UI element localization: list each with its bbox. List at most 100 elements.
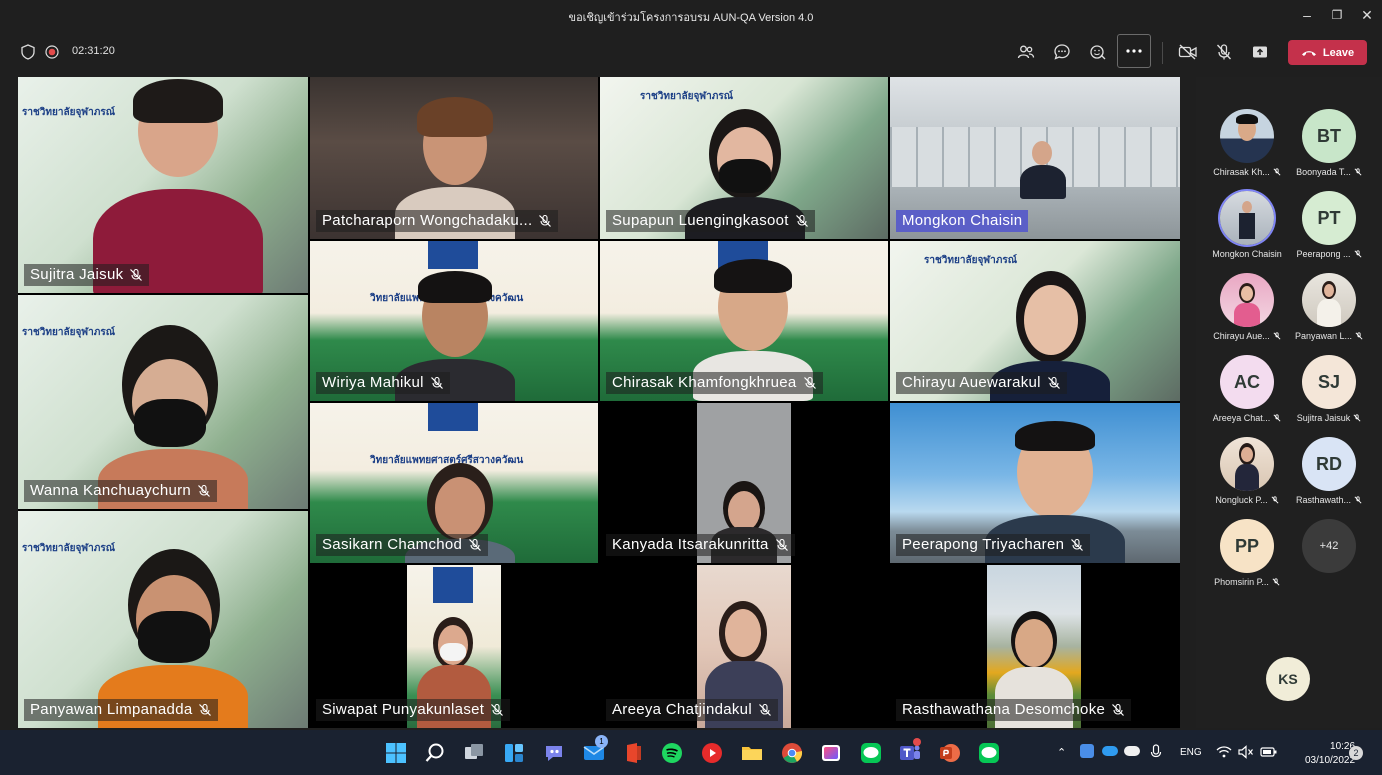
- video-tile[interactable]: Mongkon Chaisin: [890, 77, 1180, 239]
- overflow-count: +42: [1302, 519, 1356, 573]
- mic-off-icon: [1271, 496, 1279, 504]
- video-grid: ราชวิทยาลัยจุฬาภรณ์ Sujitra Jaisuk Patch…: [18, 77, 1180, 728]
- video-tile[interactable]: วิทยาลัยแพทยศาสตร์ศรีสวางควัฒน Wiriya Ma…: [310, 241, 598, 401]
- participant-video: [93, 77, 263, 293]
- office-icon[interactable]: [621, 741, 645, 765]
- participant-name-label: Chirasak Khamfongkhruea: [606, 372, 823, 394]
- mic-off-icon: [491, 703, 504, 716]
- video-tile[interactable]: Peerapong Triyacharen: [890, 403, 1180, 563]
- language-indicator[interactable]: ENG: [1180, 747, 1202, 758]
- video-tile[interactable]: ราชวิทยาลัยจุฬาภรณ์ Panyawan Limpanadda: [18, 511, 308, 728]
- video-tile[interactable]: ราชวิทยาลัยจุฬาภรณ์ Chirayu Auewarakul: [890, 241, 1180, 401]
- photos-icon[interactable]: [819, 741, 843, 765]
- line-icon[interactable]: [859, 741, 883, 765]
- roster-name: Chirasak Kh...: [1213, 167, 1270, 177]
- wifi-icon[interactable]: [1216, 745, 1232, 764]
- avatar: RD: [1302, 437, 1356, 491]
- avatar: PP: [1220, 519, 1274, 573]
- spotify-icon[interactable]: [660, 741, 684, 765]
- chat-icon[interactable]: [1050, 40, 1074, 64]
- video-tile[interactable]: ราชวิทยาลัยจุฬาภรณ์ Supapun Luengingkaso…: [600, 77, 888, 239]
- participant-name-label: Peerapong Triyacharen: [896, 534, 1091, 556]
- participant-name-label: Supapun Luengingkasoot: [606, 210, 815, 232]
- cloud-icon[interactable]: [1124, 746, 1140, 756]
- avatar: [1220, 273, 1274, 327]
- teams-icon[interactable]: [898, 738, 922, 765]
- search-icon[interactable]: [423, 741, 447, 765]
- video-tile[interactable]: Patcharaporn Wongchadaku...: [310, 77, 598, 239]
- camera-off-icon[interactable]: [1176, 40, 1200, 64]
- clock-date: 03/10/2022: [1305, 755, 1356, 766]
- powerpoint-icon[interactable]: [938, 741, 962, 765]
- mic-off-icon: [1273, 332, 1281, 340]
- meeting-toolbar: 02:31:20 Leave: [0, 30, 1382, 74]
- participant-name-label: Mongkon Chaisin: [896, 210, 1029, 232]
- system-clock[interactable]: 10:26 03/10/2022: [1305, 740, 1355, 768]
- speaker-muted-icon[interactable]: [1238, 745, 1254, 764]
- roster-participant[interactable]: AC Areeya Chat...: [1206, 355, 1288, 423]
- roster-participant[interactable]: Chirayu Aue...: [1206, 273, 1288, 341]
- mic-off-icon: [1273, 168, 1281, 176]
- recording-icon: [40, 40, 64, 64]
- onedrive-icon[interactable]: [1102, 746, 1118, 756]
- avatar: BT: [1302, 109, 1356, 163]
- battery-icon[interactable]: [1260, 745, 1278, 764]
- chat-app-icon[interactable]: [542, 741, 566, 765]
- video-tile[interactable]: ราชวิทยาลัยจุฬาภรณ์ Wanna Kanchuaychurn: [18, 295, 308, 509]
- roster-participant[interactable]: Nongluck P...: [1206, 437, 1288, 505]
- mic-off-icon: [430, 376, 443, 389]
- video-tile[interactable]: Rasthawathana Desomchoke: [890, 565, 1180, 728]
- video-tile[interactable]: Chirasak Khamfongkhruea: [600, 241, 888, 401]
- roster-name: Nongluck P...: [1215, 495, 1268, 505]
- people-icon[interactable]: [1014, 40, 1038, 64]
- roster-participant[interactable]: PT Peerapong ...: [1288, 191, 1370, 259]
- defender-icon[interactable]: [1080, 744, 1094, 758]
- reactions-icon[interactable]: [1086, 40, 1110, 64]
- video-tile[interactable]: ราชวิทยาลัยจุฬาภรณ์ Sujitra Jaisuk: [18, 77, 308, 293]
- widgets-icon[interactable]: [502, 741, 526, 765]
- window-title: ขอเชิญเข้าร่วมโครงการอบรม AUN-QA Version…: [568, 12, 814, 24]
- roster-participant[interactable]: PP Phomsirin P...: [1206, 519, 1288, 587]
- task-view-icon[interactable]: [462, 741, 486, 765]
- roster-participant[interactable]: SJ Sujitra Jaisuk: [1288, 355, 1370, 423]
- video-tile[interactable]: วิทยาลัยแพทยศาสตร์ศรีสวางควัฒน Sasikarn …: [310, 403, 598, 563]
- chevron-up-icon[interactable]: ⌃: [1057, 746, 1066, 759]
- mail-icon[interactable]: 1: [582, 735, 608, 765]
- roster-participant[interactable]: Chirasak Kh...: [1206, 109, 1288, 177]
- roster-participant[interactable]: RD Rasthawath...: [1288, 437, 1370, 505]
- mic-off-icon: [130, 268, 143, 281]
- notification-count-badge[interactable]: 2: [1349, 746, 1363, 760]
- video-tile[interactable]: Kanyada Itsarakunritta: [600, 403, 888, 563]
- video-tile[interactable]: Areeya Chatjindakul: [600, 565, 888, 728]
- minimize-button[interactable]: –: [1296, 4, 1318, 26]
- chrome-icon[interactable]: [780, 741, 804, 765]
- mic-off-icon: [1353, 414, 1361, 422]
- self-view-avatar[interactable]: KS: [1266, 657, 1310, 701]
- meeting-timer: 02:31:20: [72, 45, 115, 57]
- mic-off-icon: [795, 214, 808, 227]
- mic-off-icon: [1355, 332, 1363, 340]
- media-player-icon[interactable]: [700, 741, 724, 765]
- leave-button[interactable]: Leave: [1288, 40, 1367, 65]
- file-explorer-icon[interactable]: [740, 741, 764, 765]
- windows-start-icon[interactable]: [384, 741, 408, 765]
- more-actions-button[interactable]: [1117, 34, 1151, 68]
- roster-participant[interactable]: Mongkon Chaisin: [1206, 191, 1288, 259]
- roster-participant[interactable]: BT Boonyada T...: [1288, 109, 1370, 177]
- participant-name-label: Sasikarn Chamchod: [316, 534, 489, 556]
- participant-video: [1018, 139, 1068, 199]
- avatar: SJ: [1302, 355, 1356, 409]
- mic-off-icon: [1112, 703, 1125, 716]
- close-button[interactable]: ✕: [1356, 4, 1378, 26]
- microphone-icon[interactable]: [1150, 744, 1162, 765]
- share-screen-icon[interactable]: [1248, 40, 1272, 64]
- roster-participant[interactable]: Panyawan L...: [1288, 273, 1370, 341]
- video-tile[interactable]: Siwapat Punyakunlaset: [310, 565, 598, 728]
- line-icon[interactable]: [977, 741, 1001, 765]
- more-participants-button[interactable]: +42: [1288, 519, 1370, 573]
- mic-off-icon: [1071, 538, 1084, 551]
- mic-off-icon[interactable]: [1212, 40, 1236, 64]
- maximize-button[interactable]: ❐: [1326, 4, 1348, 26]
- participant-name-label: Chirayu Auewarakul: [896, 372, 1067, 394]
- institution-banner: ราชวิทยาลัยจุฬาภรณ์: [924, 255, 1017, 266]
